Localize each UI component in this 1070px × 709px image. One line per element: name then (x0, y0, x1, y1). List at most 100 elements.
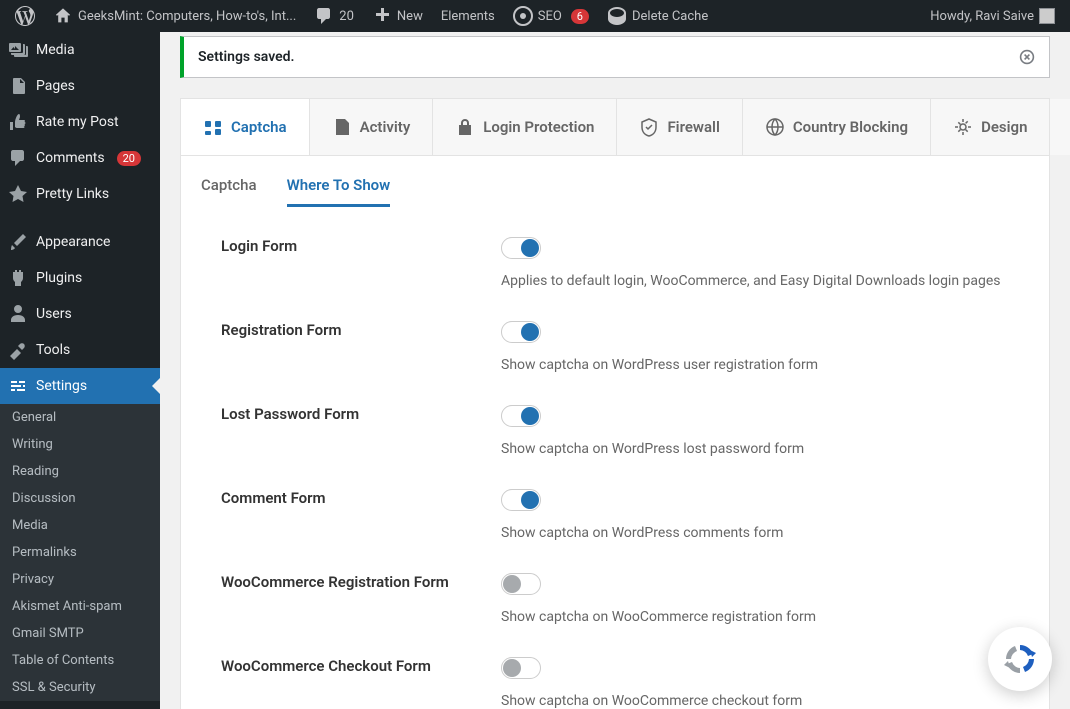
delete-cache-label: Delete Cache (632, 9, 708, 24)
wrench-icon (8, 340, 28, 360)
menu-settings[interactable]: Settings (0, 368, 160, 404)
tab-label: Activity (360, 118, 411, 136)
form-row-description: Show captcha on WordPress lost password … (501, 441, 1009, 457)
menu-label: Settings (36, 378, 87, 394)
site-name-link[interactable]: GeeksMint: Computers, How-to's, Int... (46, 0, 303, 32)
form-row: Login FormApplies to default login, WooC… (221, 237, 1009, 289)
comments-link[interactable]: 20 (307, 0, 361, 32)
form-row-label: Lost Password Form (221, 405, 501, 423)
plugin-icon (8, 268, 28, 288)
menu-tools[interactable]: Tools (0, 332, 160, 368)
subtab-captcha[interactable]: Captcha (201, 176, 257, 207)
toggle-knob (521, 407, 539, 425)
submenu-writing[interactable]: Writing (0, 431, 160, 458)
tab-temp-access[interactable]: Temp Ac (1050, 99, 1070, 155)
menu-label: Users (36, 306, 72, 322)
seo-icon (513, 6, 533, 26)
admin-bar-left: GeeksMint: Computers, How-to's, Int... 2… (8, 0, 715, 32)
thumbs-up-icon (8, 112, 28, 132)
form-row: Lost Password Form Show captcha on WordPr… (221, 405, 1009, 457)
menu-pages[interactable]: Pages (0, 68, 160, 104)
menu-label: Comments (36, 150, 105, 166)
primary-tabs: Captcha Activity Login Protection Firewa… (181, 99, 1049, 156)
submenu-ssl[interactable]: SSL & Security (0, 674, 160, 701)
form-row-description: Show captcha on WooCommerce registration… (501, 609, 1009, 625)
toggle-knob (503, 575, 521, 593)
submenu-permalinks[interactable]: Permalinks (0, 539, 160, 566)
wordpress-icon (15, 6, 35, 26)
submenu-media[interactable]: Media (0, 512, 160, 539)
tab-country-blocking[interactable]: Country Blocking (743, 99, 931, 155)
submenu-gmail-smtp[interactable]: Gmail SMTP (0, 620, 160, 647)
tab-activity[interactable]: Activity (310, 99, 434, 155)
tab-label: Country Blocking (793, 118, 908, 136)
toggle-knob (521, 239, 539, 257)
form-rows: Login FormApplies to default login, WooC… (181, 207, 1049, 709)
plus-icon (372, 6, 392, 26)
menu-media[interactable]: Media (0, 32, 160, 68)
menu-users[interactable]: Users (0, 296, 160, 332)
gear-icon (953, 117, 973, 137)
menu-plugins[interactable]: Plugins (0, 260, 160, 296)
menu-label: Rate my Post (36, 114, 119, 130)
submenu-toc[interactable]: Table of Contents (0, 647, 160, 674)
comment-icon (8, 148, 28, 168)
secondary-tabs: Captcha Where To Show (181, 156, 1049, 207)
tab-label: Firewall (667, 118, 719, 136)
page-icon (8, 76, 28, 96)
form-row: WooCommerce Checkout FormShow captcha on… (221, 657, 1009, 709)
new-content-link[interactable]: New (365, 0, 430, 32)
form-row-label: Login Form (221, 237, 501, 255)
wp-logo[interactable] (8, 0, 42, 32)
tab-captcha[interactable]: Captcha (181, 99, 310, 155)
form-row-control: Show captcha on WordPress user registrat… (501, 321, 1009, 373)
menu-comments[interactable]: Comments 20 (0, 140, 160, 176)
menu-label: Tools (36, 342, 70, 358)
menu-appearance[interactable]: Appearance (0, 224, 160, 260)
sync-icon (1000, 639, 1040, 679)
toggle-switch[interactable] (501, 405, 541, 427)
submenu-reading[interactable]: Reading (0, 458, 160, 485)
submenu-akismet[interactable]: Akismet Anti-spam (0, 593, 160, 620)
submenu-discussion[interactable]: Discussion (0, 485, 160, 512)
delete-cache-link[interactable]: Delete Cache (600, 0, 715, 32)
toggle-switch[interactable] (501, 489, 541, 511)
star-icon (8, 184, 28, 204)
menu-rate-my-post[interactable]: Rate my Post (0, 104, 160, 140)
toggle-knob (503, 659, 521, 677)
lock-icon (455, 117, 475, 137)
new-label: New (397, 9, 423, 24)
notice-banner: Settings saved. (180, 36, 1050, 78)
submenu-privacy[interactable]: Privacy (0, 566, 160, 593)
sliders-icon (8, 376, 28, 396)
tab-design[interactable]: Design (931, 99, 1050, 155)
menu-pretty-links[interactable]: Pretty Links (0, 176, 160, 212)
tab-label: Captcha (231, 118, 287, 136)
elements-link[interactable]: Elements (434, 0, 502, 32)
toggle-switch[interactable] (501, 237, 541, 259)
form-row-description: Show captcha on WooCommerce checkout for… (501, 693, 1009, 709)
dismiss-button[interactable] (1019, 49, 1035, 65)
site-name: GeeksMint: Computers, How-to's, Int... (78, 9, 296, 24)
form-row: WooCommerce Registration FormShow captch… (221, 573, 1009, 625)
form-row-control: Show captcha on WordPress comments form (501, 489, 1009, 541)
form-row-control: Applies to default login, WooCommerce, a… (501, 237, 1009, 289)
floating-help-button[interactable] (988, 627, 1052, 691)
toggle-switch[interactable] (501, 321, 541, 343)
tab-firewall[interactable]: Firewall (617, 99, 742, 155)
settings-submenu: General Writing Reading Discussion Media… (0, 404, 160, 701)
subtab-where-to-show[interactable]: Where To Show (287, 176, 391, 207)
toggle-switch[interactable] (501, 657, 541, 679)
toggle-knob (521, 323, 539, 341)
toggle-switch[interactable] (501, 573, 541, 595)
seo-link[interactable]: SEO 6 (506, 0, 596, 32)
cache-icon (607, 6, 627, 26)
tab-login-protection[interactable]: Login Protection (433, 99, 617, 155)
menu-label: Plugins (36, 270, 82, 286)
my-account-link[interactable]: Howdy, Ravi Saive (923, 0, 1062, 32)
user-icon (8, 304, 28, 324)
elements-label: Elements (441, 9, 495, 24)
tab-label: Login Protection (483, 118, 594, 136)
toggle-knob (521, 491, 539, 509)
submenu-general[interactable]: General (0, 404, 160, 431)
